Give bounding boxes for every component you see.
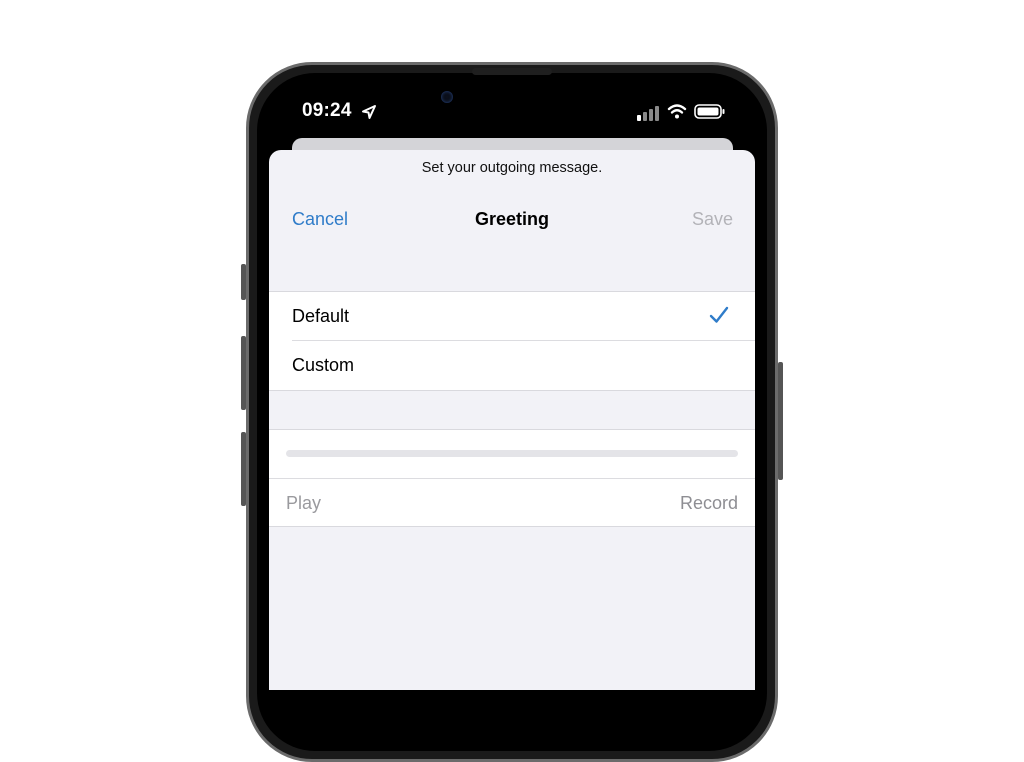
sheet-prompt: Set your outgoing message. (421, 160, 603, 176)
cellular-signal-icon (637, 106, 659, 121)
option-custom-label: Custom (292, 354, 355, 375)
greeting-options: Default Custom (269, 291, 755, 391)
option-default-label: Default (292, 305, 350, 326)
playback-progress-bar[interactable] (286, 450, 738, 457)
battery-icon (694, 104, 725, 119)
power-button[interactable] (778, 362, 783, 480)
option-default[interactable]: Default (292, 292, 755, 341)
status-time: 09:24 (302, 100, 352, 121)
greeting-sheet: Set your outgoing message. Cancel Greeti… (269, 150, 755, 690)
checkmark-icon (709, 306, 729, 323)
wifi-icon (667, 104, 687, 119)
location-arrow-icon (362, 105, 376, 119)
greeting-player: Play Record (269, 429, 755, 527)
record-button[interactable]: Record (680, 493, 738, 514)
sheet-title: Greeting (474, 209, 549, 229)
option-custom[interactable]: Custom (292, 341, 755, 389)
earpiece-speaker (472, 68, 552, 75)
front-camera (441, 91, 453, 103)
save-button[interactable]: Save (692, 209, 733, 230)
player-divider (269, 478, 755, 479)
play-button[interactable]: Play (286, 493, 321, 514)
